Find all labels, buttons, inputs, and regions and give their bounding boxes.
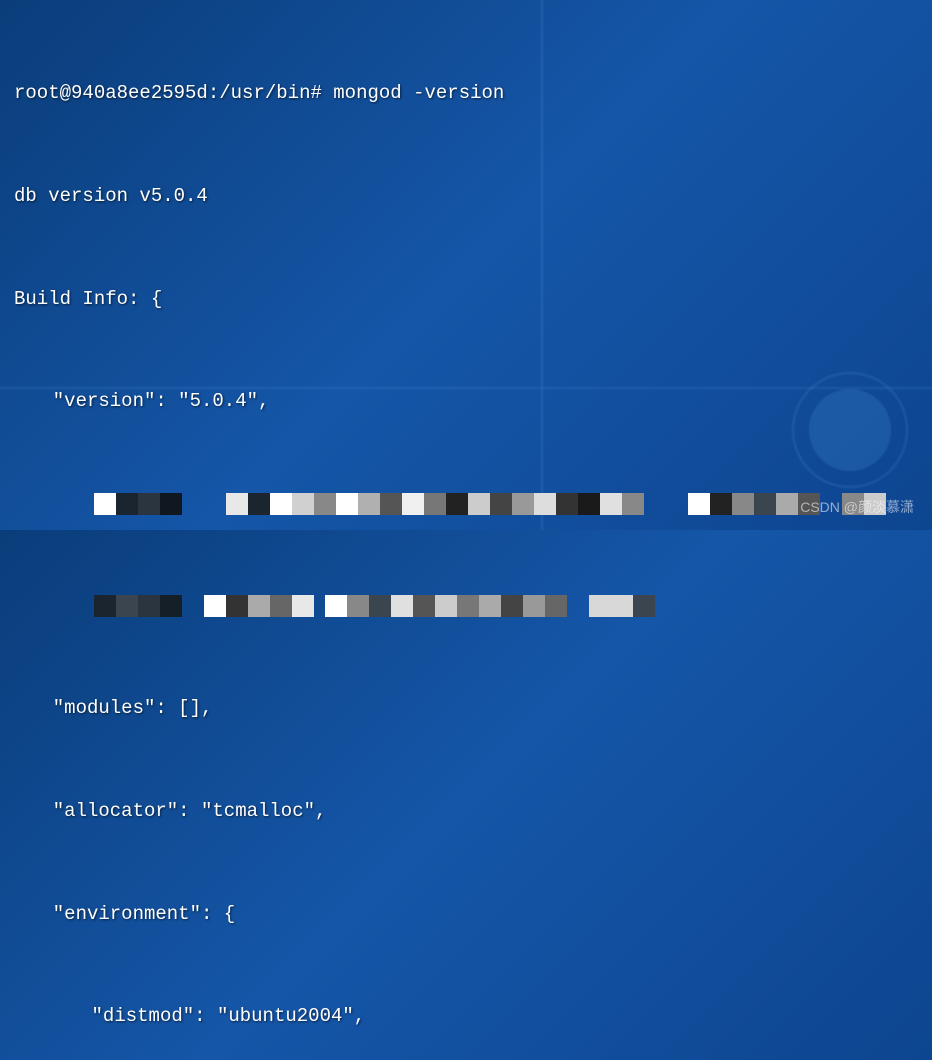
censored-row-1 [94,493,918,515]
modules-field: "modules": [], [14,691,918,725]
command-text: mongod -version [333,82,504,104]
distmod-field: "distmod": "ubuntu2004", [14,999,918,1033]
prompt-line[interactable]: root@940a8ee2595d:/usr/bin# mongod -vers… [14,76,918,110]
db-version-line: db version v5.0.4 [14,179,918,213]
build-info-open: Build Info: { [14,282,918,316]
allocator-field: "allocator": "tcmalloc", [14,794,918,828]
prompt-path: /usr/bin [219,82,310,104]
environment-open: "environment": { [14,897,918,931]
prompt-symbol: # [310,82,321,104]
prompt-host: 940a8ee2595d [71,82,208,104]
version-field: "version": "5.0.4", [14,384,918,418]
watermark-text: CSDN @颜淡慕潇 [800,495,914,520]
prompt-user: root [14,82,60,104]
terminal-output: root@940a8ee2595d:/usr/bin# mongod -vers… [14,8,918,1060]
censored-row-2 [94,595,714,617]
